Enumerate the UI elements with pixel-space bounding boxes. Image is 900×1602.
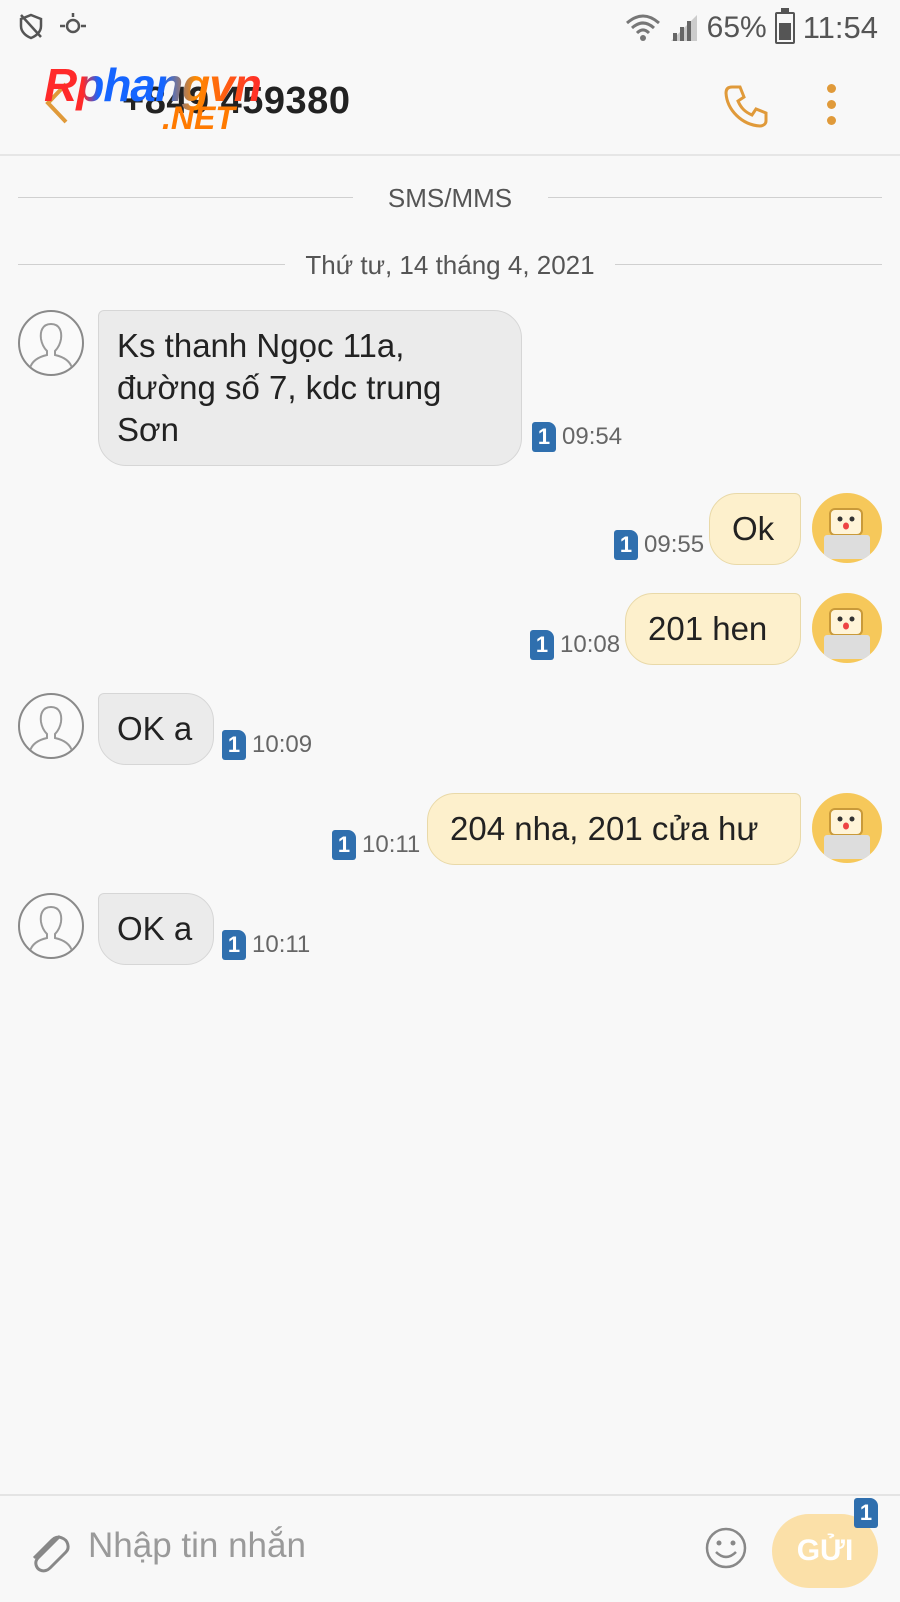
message-text: OK a bbox=[117, 910, 193, 947]
user-avatar[interactable] bbox=[812, 593, 882, 663]
smiley-icon[interactable] bbox=[704, 1526, 748, 1570]
send-sim-badge[interactable]: 1 bbox=[854, 1498, 878, 1528]
user-avatar[interactable] bbox=[812, 793, 882, 863]
date-divider: Thứ tư, 14 tháng 4, 2021 bbox=[18, 250, 882, 280]
message-bubble-outgoing[interactable]: 204 nha, 201 cửa hư bbox=[427, 793, 801, 865]
battery-icon bbox=[774, 8, 795, 44]
person-icon bbox=[29, 906, 73, 952]
message-composer: Nhập tin nhắn GỬI bbox=[0, 1494, 900, 1602]
message-time: 10:11 bbox=[362, 831, 421, 858]
message-meta: 1 10:09 bbox=[222, 730, 312, 760]
message-text: Ks thanh Ngọc 11a, đường số 7, kdc trung… bbox=[117, 327, 442, 448]
wifi-icon bbox=[625, 14, 660, 41]
date-label: Thứ tư, 14 tháng 4, 2021 bbox=[285, 250, 615, 280]
sim-badge: 1 bbox=[222, 930, 246, 960]
sticker-avatar-icon bbox=[824, 508, 870, 559]
message-type-divider: SMS/MMS bbox=[18, 183, 882, 213]
status-right: 65% 11:54 bbox=[625, 8, 878, 46]
message-bubble-outgoing[interactable]: Ok bbox=[709, 493, 801, 565]
clock: 11:54 bbox=[802, 10, 878, 45]
shield-off-icon bbox=[19, 13, 43, 40]
message-time: 10:08 bbox=[560, 631, 621, 658]
paperclip-icon[interactable] bbox=[24, 1526, 72, 1578]
message-time: 10:11 bbox=[252, 931, 311, 958]
sim-badge: 1 bbox=[332, 830, 356, 860]
signal-icon bbox=[670, 15, 697, 41]
user-avatar[interactable] bbox=[812, 493, 882, 563]
phone-icon[interactable] bbox=[722, 82, 770, 130]
message-text: 204 nha, 201 cửa hư bbox=[450, 810, 759, 847]
sim-badge: 1 bbox=[614, 530, 638, 560]
sim-badge: 1 bbox=[530, 630, 554, 660]
status-left-icons bbox=[18, 12, 88, 40]
message-meta: 1 10:08 bbox=[530, 630, 620, 660]
message-bubble-incoming[interactable]: OK a bbox=[98, 693, 214, 765]
message-text: 201 hen bbox=[648, 610, 768, 647]
more-vertical-icon[interactable] bbox=[826, 84, 838, 128]
battery-percent: 65% bbox=[706, 11, 767, 44]
person-icon bbox=[29, 706, 73, 752]
message-time: 10:09 bbox=[252, 731, 313, 758]
message-bubble-incoming[interactable]: Ks thanh Ngọc 11a, đường số 7, kdc trung… bbox=[98, 310, 522, 466]
person-icon bbox=[29, 323, 73, 369]
message-meta: 1 10:11 bbox=[332, 830, 420, 860]
sticker-avatar-icon bbox=[824, 608, 870, 659]
watermark-logo: Rphangvn .NET bbox=[44, 58, 334, 140]
message-time: 09:55 bbox=[644, 531, 705, 558]
message-text: OK a bbox=[117, 710, 193, 747]
message-text: Ok bbox=[732, 510, 775, 547]
sticker-avatar-icon bbox=[824, 808, 870, 859]
contact-avatar[interactable] bbox=[18, 893, 84, 959]
watermark-line2: .NET bbox=[162, 100, 235, 136]
status-bar: 65% 11:54 bbox=[0, 0, 900, 56]
contact-avatar[interactable] bbox=[18, 310, 84, 376]
message-meta: 1 10:11 bbox=[222, 930, 310, 960]
message-input[interactable]: Nhập tin nhắn bbox=[88, 1526, 306, 1566]
sim-badge: 1 bbox=[532, 422, 556, 452]
eye-comfort-icon bbox=[60, 13, 86, 34]
sim-badge: 1 bbox=[222, 730, 246, 760]
message-meta: 1 09:55 bbox=[614, 530, 704, 560]
message-bubble-outgoing[interactable]: 201 hen bbox=[625, 593, 801, 665]
message-bubble-incoming[interactable]: OK a bbox=[98, 893, 214, 965]
message-meta: 1 09:54 bbox=[532, 422, 622, 452]
contact-avatar[interactable] bbox=[18, 693, 84, 759]
message-type-label: SMS/MMS bbox=[367, 183, 533, 213]
message-time: 09:54 bbox=[562, 423, 623, 450]
